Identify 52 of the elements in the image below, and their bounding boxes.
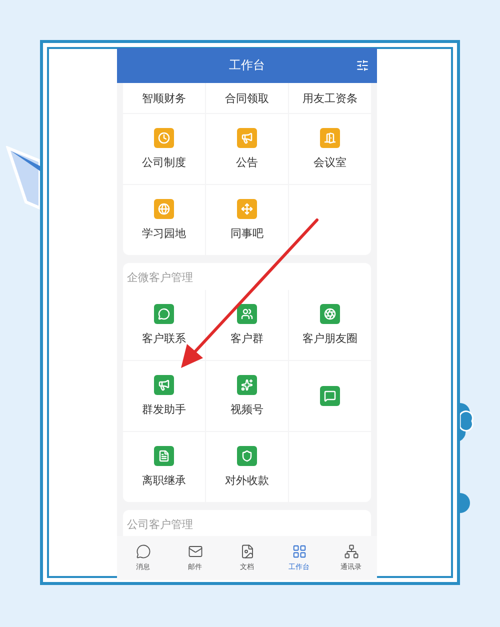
planet-icon [154,199,174,219]
settings-icon[interactable] [356,59,369,72]
app-tile[interactable]: 合同领取 [206,83,288,113]
app-tile[interactable]: 智顺财务 [123,83,205,113]
tile-label: 客户群 [230,331,264,346]
document-icon [240,544,254,559]
tile-label: 离职继承 [142,473,186,488]
app-tile[interactable] [289,361,371,431]
org-chart-icon [344,544,358,559]
chat-bubble-icon [136,544,150,559]
tile-label: 对外收款 [225,473,269,488]
people-icon [237,304,257,324]
tile-label: 用友工资条 [302,90,358,106]
grid-icon [292,544,306,559]
app-tile[interactable]: 群发助手 [123,361,205,431]
app-tile[interactable]: 客户朋友圈 [289,290,371,360]
app-tile[interactable]: 同事吧 [206,185,288,255]
app-tile[interactable]: 客户群 [206,290,288,360]
envelope-icon [188,544,202,559]
section-title: 公司客户管理 [126,517,194,533]
app-tile[interactable]: 离职继承 [123,432,205,502]
section-title: 企微客户管理 [126,270,194,286]
clock-icon [154,128,174,148]
tile-label: 群发助手 [142,402,186,417]
megaphone-icon [237,128,257,148]
tile-label: 客户朋友圈 [302,331,358,346]
app-tile[interactable]: 对外收款 [206,432,288,502]
app-tile[interactable]: 视频号 [206,361,288,431]
shield-icon [237,446,257,466]
sparkle-icon [237,375,257,395]
tile-label: 会议室 [314,155,346,170]
tile-label: 公告 [236,155,258,170]
door-icon [320,128,340,148]
tile-label: 同事吧 [230,226,264,241]
header-title: 工作台 [229,57,265,74]
tile-label: 视频号 [230,402,264,417]
document-icon [154,446,174,466]
tile-label: 学习园地 [142,226,186,241]
app-tile[interactable]: 学习园地 [123,185,205,255]
tile-label: 智顺财务 [142,90,186,106]
app-tile[interactable]: 会议室 [289,114,371,184]
app-tile[interactable]: 用友工资条 [289,83,371,113]
app-tile[interactable]: 公司制度 [123,114,205,184]
aperture-icon [320,304,340,324]
megaphone-icon [154,375,174,395]
app-tile[interactable]: 公告 [206,114,288,184]
tile-label: 公司制度 [142,155,186,170]
chat-bubble-icon [154,304,174,324]
tile-label: 合同领取 [225,90,269,106]
tile-label: 客户联系 [142,331,186,346]
chat-icon [320,386,340,406]
app-tile[interactable]: 客户联系 [123,290,205,360]
